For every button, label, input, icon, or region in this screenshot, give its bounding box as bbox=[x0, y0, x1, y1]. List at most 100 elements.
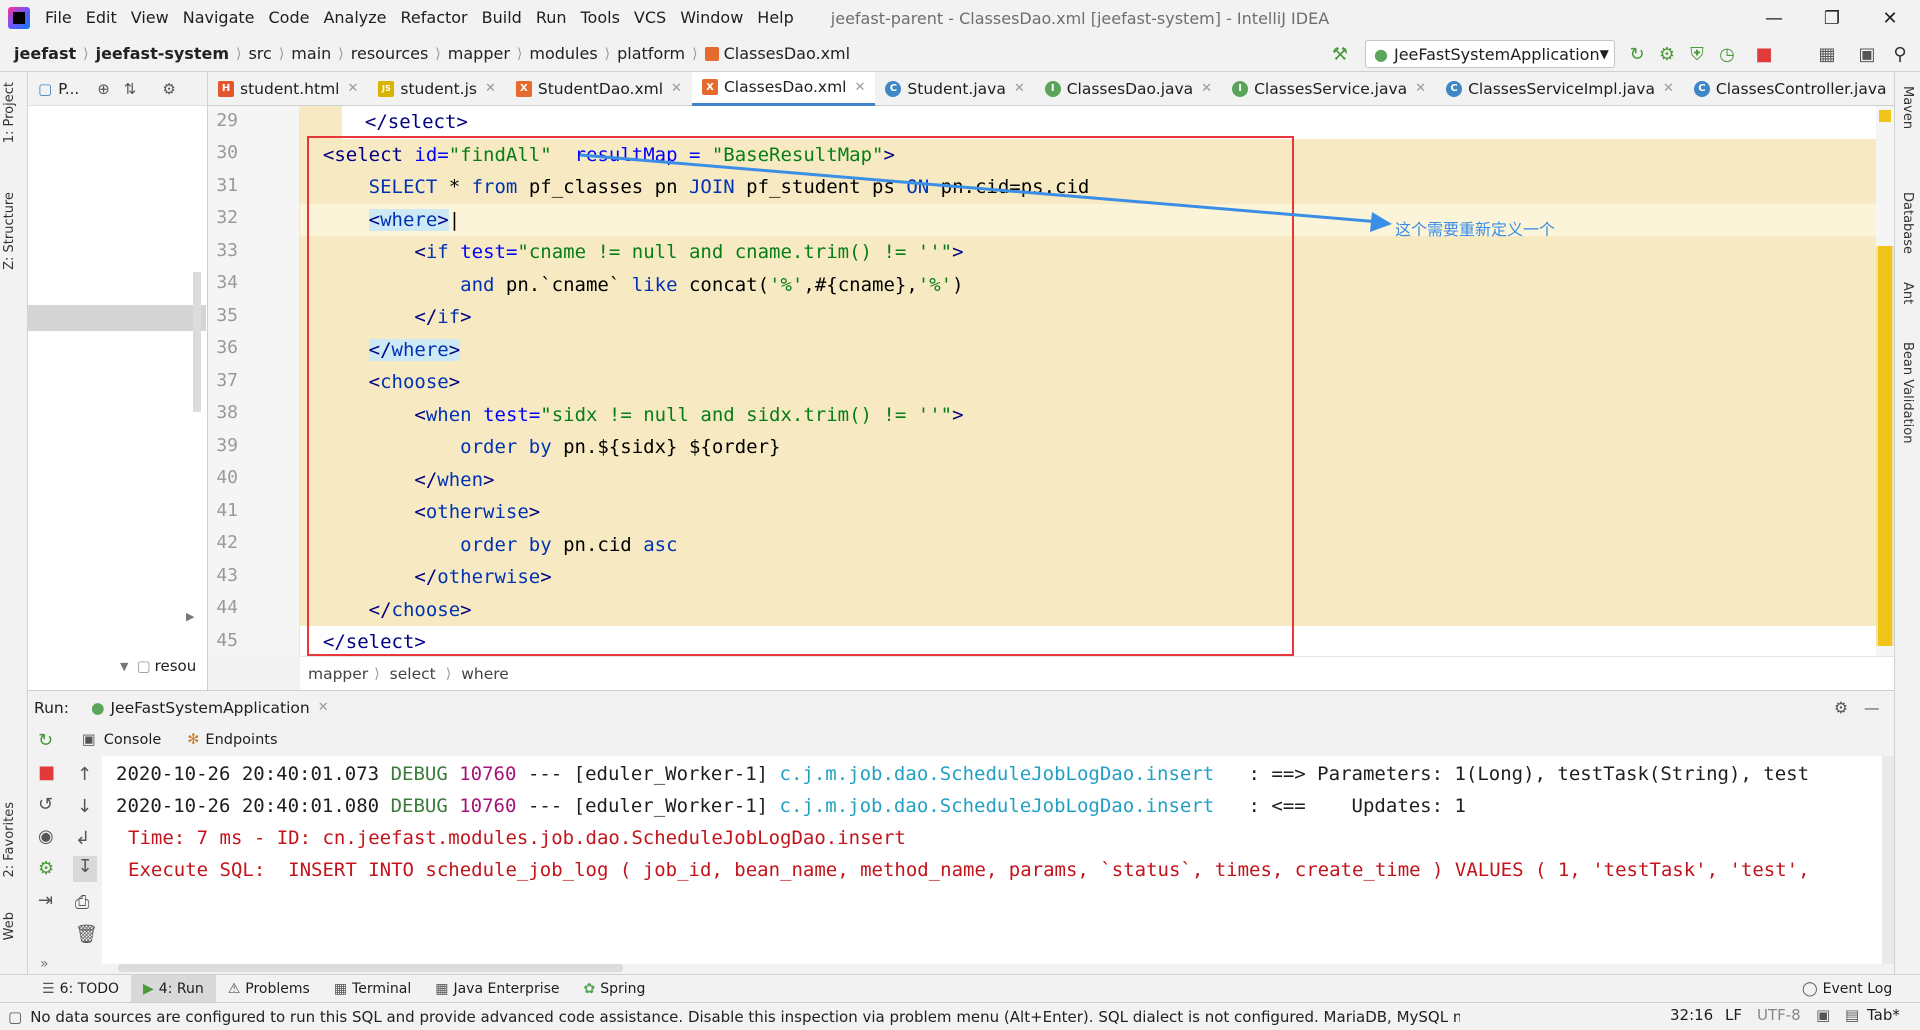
tab-student-java[interactable]: C Student.java ✕ bbox=[875, 72, 1034, 106]
memory-icon[interactable]: ▤ bbox=[1845, 1006, 1859, 1024]
gear-icon[interactable]: ⚙ bbox=[162, 80, 175, 98]
crumb-mapper[interactable]: mapper bbox=[304, 665, 372, 683]
tree-item-resources[interactable]: ▼ ▢ resou bbox=[120, 657, 196, 675]
stop-icon[interactable]: ■ bbox=[38, 762, 55, 783]
close-tab-icon[interactable]: ✕ bbox=[1014, 81, 1025, 96]
breadcrumb-modules[interactable]: modules bbox=[524, 44, 602, 63]
tab-classesserviceimpl-java[interactable]: C ClassesServiceImpl.java ✕ bbox=[1436, 72, 1684, 106]
rerun-icon[interactable]: ↻ bbox=[38, 730, 53, 751]
breadcrumb-platform[interactable]: platform bbox=[612, 44, 690, 63]
indent-setting[interactable]: Tab* bbox=[1867, 1006, 1900, 1024]
search-icon[interactable]: ⚲ bbox=[1888, 42, 1912, 66]
menu-run[interactable]: Run bbox=[529, 0, 574, 36]
tab-java-enterprise[interactable]: ▦ Java Enterprise bbox=[423, 975, 571, 1003]
tab-event-log[interactable]: ◯ Event Log bbox=[1790, 975, 1904, 1003]
expand-arrow-icon[interactable]: ▶ bbox=[186, 610, 194, 623]
menu-analyze[interactable]: Analyze bbox=[316, 0, 393, 36]
soft-wrap-icon[interactable]: ↲ bbox=[75, 828, 90, 849]
tab-database[interactable]: Database bbox=[1900, 192, 1915, 254]
build-hammer-icon[interactable]: ⚒ bbox=[1328, 42, 1352, 66]
lock-icon[interactable]: ▣ bbox=[1816, 1006, 1830, 1024]
breadcrumb-src[interactable]: src bbox=[243, 44, 276, 63]
menu-view[interactable]: View bbox=[124, 0, 176, 36]
tab-bean-validation[interactable]: Bean Validation bbox=[1900, 342, 1915, 443]
selected-tree-row[interactable] bbox=[28, 305, 206, 331]
console-output[interactable]: 2020-10-26 20:40:01.073 DEBUG 10760 --- … bbox=[102, 756, 1894, 964]
breadcrumb-file[interactable]: ClassesDao.xml bbox=[700, 44, 856, 63]
menu-tools[interactable]: Tools bbox=[574, 0, 627, 36]
tab-run[interactable]: ▶ 4: Run bbox=[131, 974, 216, 1003]
tab-student-js[interactable]: JS student.js ✕ bbox=[368, 72, 505, 106]
tab-classescontroller-java[interactable]: CClassesController.java✕ bbox=[1684, 72, 1916, 106]
console-scrollbar[interactable] bbox=[1882, 756, 1894, 964]
tab-classesdao-xml[interactable]: X ClassesDao.xml ✕ bbox=[691, 71, 876, 106]
close-icon[interactable]: ✕ bbox=[1861, 0, 1919, 36]
tab-endpoints[interactable]: Endpoints bbox=[205, 732, 277, 748]
arrow-down-icon[interactable]: ↓ bbox=[77, 796, 92, 817]
tab-structure[interactable]: Z: Structure bbox=[2, 192, 17, 270]
gear-icon[interactable]: ⚙ bbox=[1834, 699, 1848, 717]
debug-icon[interactable]: ⚙ bbox=[38, 858, 54, 879]
tab-classesservice-java[interactable]: I ClassesService.java ✕ bbox=[1222, 72, 1436, 106]
tab-favorites[interactable]: 2: Favorites bbox=[2, 802, 17, 878]
close-tab-icon[interactable]: ✕ bbox=[855, 80, 866, 95]
tab-maven[interactable]: Maven bbox=[1900, 86, 1915, 129]
minimize-icon[interactable]: — bbox=[1745, 0, 1803, 36]
collapse-icon[interactable]: ⇅ bbox=[124, 80, 137, 98]
line-separator[interactable]: LF bbox=[1725, 1006, 1742, 1024]
tab-console[interactable]: Console bbox=[104, 732, 162, 748]
tab-todo[interactable]: ☰ 6: TODO bbox=[30, 975, 131, 1003]
tab-problems[interactable]: ⚠ Problems bbox=[216, 975, 322, 1003]
console-horizontal-scrollbar[interactable] bbox=[118, 964, 623, 972]
more-icon[interactable]: » bbox=[40, 956, 49, 972]
tab-web[interactable]: Web bbox=[2, 912, 17, 940]
menu-help[interactable]: Help bbox=[750, 0, 800, 36]
arrow-up-icon[interactable]: ↑ bbox=[77, 764, 92, 785]
breadcrumb-jeefast[interactable]: jeefast bbox=[0, 44, 81, 63]
close-tab-icon[interactable]: ✕ bbox=[1663, 81, 1674, 96]
login-icon[interactable]: ⇥ bbox=[38, 890, 53, 911]
menu-code[interactable]: Code bbox=[262, 0, 317, 36]
tab-studentdao-xml[interactable]: X StudentDao.xml ✕ bbox=[506, 72, 692, 106]
breadcrumb-jeefast-system[interactable]: jeefast-system bbox=[91, 44, 234, 63]
tab-ant[interactable]: Ant bbox=[1900, 282, 1915, 304]
tab-terminal[interactable]: ▦ Terminal bbox=[322, 975, 423, 1003]
menu-window[interactable]: Window bbox=[673, 0, 750, 36]
coverage-icon[interactable]: ⛨ bbox=[1685, 42, 1709, 66]
breadcrumb-mapper[interactable]: mapper bbox=[443, 44, 515, 63]
breadcrumb-resources[interactable]: resources bbox=[346, 44, 434, 63]
close-tab-icon[interactable]: ✕ bbox=[671, 81, 682, 96]
target-icon[interactable]: ⊕ bbox=[97, 80, 110, 98]
rerun-icon[interactable]: ↻ bbox=[1625, 42, 1649, 66]
menu-refactor[interactable]: Refactor bbox=[394, 0, 475, 36]
crumb-where[interactable]: where bbox=[453, 665, 517, 683]
menu-navigate[interactable]: Navigate bbox=[176, 0, 262, 36]
menu-build[interactable]: Build bbox=[475, 0, 529, 36]
stop-icon[interactable]: ■ bbox=[1752, 42, 1776, 66]
warning-marker-icon[interactable] bbox=[1879, 110, 1891, 122]
status-icon[interactable]: ▢ bbox=[8, 1008, 22, 1026]
hide-icon[interactable]: — bbox=[1864, 699, 1880, 717]
presentation-icon[interactable]: ▣ bbox=[1855, 42, 1879, 66]
tab-spring[interactable]: ✿ Spring bbox=[572, 975, 658, 1003]
close-tab-icon[interactable]: ✕ bbox=[318, 700, 329, 715]
run-configuration-select[interactable]: ● JeeFastSystemApplication ▼ bbox=[1365, 40, 1615, 68]
camera-icon[interactable]: ◉ bbox=[38, 826, 54, 847]
restore-icon[interactable]: ❐ bbox=[1803, 0, 1861, 36]
tab-classesdao-java[interactable]: I ClassesDao.java ✕ bbox=[1035, 72, 1222, 106]
menu-file[interactable]: File bbox=[38, 0, 79, 36]
close-tab-icon[interactable]: ✕ bbox=[1415, 81, 1426, 96]
debug-icon[interactable]: ⚙ bbox=[1655, 42, 1679, 66]
menu-vcs[interactable]: VCS bbox=[627, 0, 673, 36]
tree-scrollbar[interactable] bbox=[193, 272, 201, 412]
trash-icon[interactable]: 🗑 bbox=[75, 924, 98, 945]
profile-icon[interactable]: ◷ bbox=[1715, 42, 1739, 66]
print-icon[interactable]: ⎙ bbox=[75, 892, 89, 913]
project-structure-icon[interactable]: ▦ bbox=[1815, 42, 1839, 66]
scroll-to-end-icon[interactable]: ↧ bbox=[73, 856, 97, 882]
menu-edit[interactable]: Edit bbox=[79, 0, 124, 36]
breadcrumb-main[interactable]: main bbox=[286, 44, 336, 63]
tab-project[interactable]: 1: Project bbox=[2, 82, 17, 143]
file-encoding[interactable]: UTF-8 bbox=[1757, 1006, 1801, 1024]
close-tab-icon[interactable]: ✕ bbox=[1201, 81, 1212, 96]
